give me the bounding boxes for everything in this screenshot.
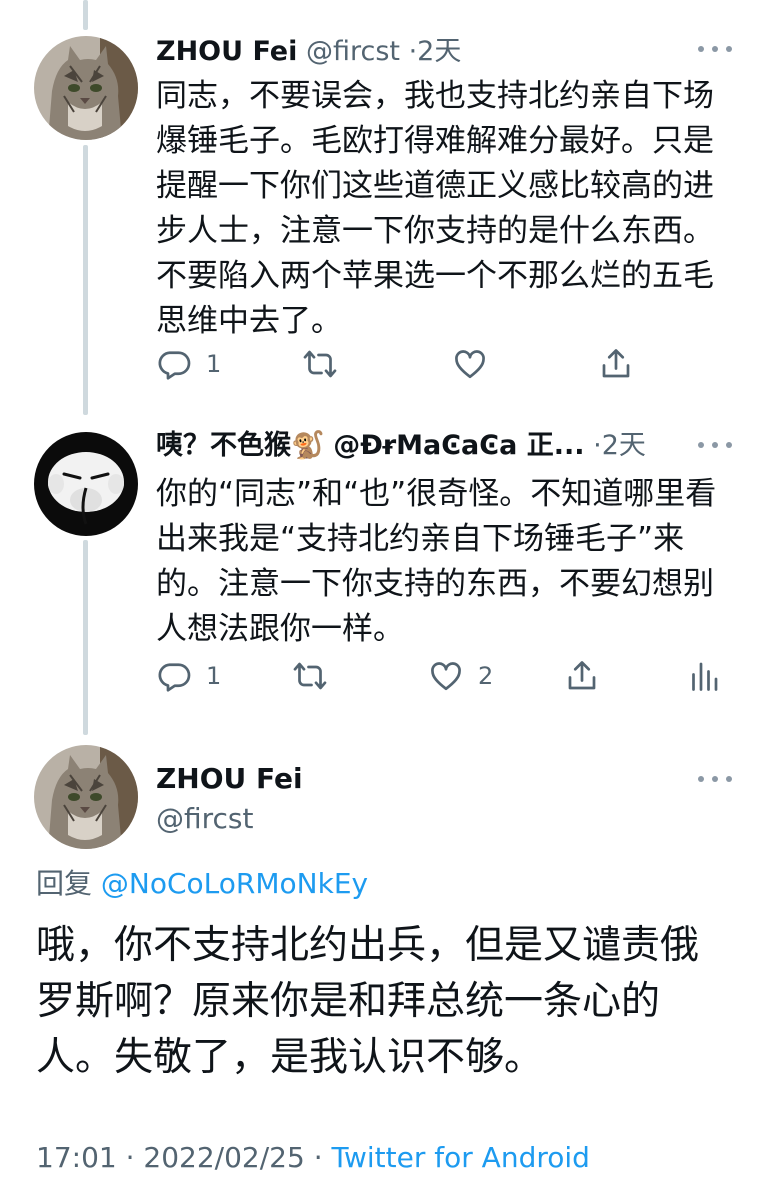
more-icon[interactable] xyxy=(698,774,732,784)
reply-to-link[interactable]: @NoCoLoRMoNkEy xyxy=(101,867,368,900)
tweet-text: 同志，不要误会，我也支持北约亲自下场爆锤毛子。毛欧打得难解难分最好。只是提醒一下… xyxy=(156,78,714,339)
retweet-icon xyxy=(303,350,337,378)
analytics-button[interactable] xyxy=(686,656,722,696)
avatar[interactable] xyxy=(34,432,138,536)
more-icon[interactable] xyxy=(698,440,732,450)
reply-icon xyxy=(158,351,191,380)
reply-count: 1 xyxy=(206,662,222,690)
separator: · xyxy=(593,430,602,461)
reply-icon xyxy=(158,663,191,692)
share-button[interactable] xyxy=(598,344,634,384)
thread-line xyxy=(83,145,88,415)
tweet-time[interactable]: 2天 xyxy=(602,430,646,461)
author-name[interactable]: 咦？不色猴🐒 xyxy=(156,430,325,461)
retweet-button[interactable] xyxy=(292,656,342,696)
author-name[interactable]: ZHOU Fei xyxy=(156,36,297,67)
retweet-icon xyxy=(293,662,327,690)
like-count: 2 xyxy=(478,662,494,690)
separator: · xyxy=(313,1141,323,1174)
share-button[interactable] xyxy=(564,656,600,696)
retweet-button[interactable] xyxy=(302,344,352,384)
reply-button[interactable]: 1 xyxy=(156,344,221,384)
reply-count: 1 xyxy=(206,350,222,378)
share-icon xyxy=(568,661,596,690)
author-handle[interactable]: @fircst xyxy=(306,36,400,67)
like-icon xyxy=(455,350,485,379)
tweet-time[interactable]: 2天 xyxy=(417,36,461,67)
author-handle[interactable]: @ÐɍMaϾaϾa 正... xyxy=(333,430,584,461)
tweet-source[interactable]: Twitter for Android xyxy=(332,1141,590,1174)
analytics-icon xyxy=(692,662,718,691)
avatar[interactable] xyxy=(34,745,138,849)
like-button[interactable]: 2 xyxy=(428,656,493,696)
like-button[interactable] xyxy=(452,344,502,384)
reply-button[interactable]: 1 xyxy=(156,656,221,696)
tweet-header: 咦？不色猴🐒 @ÐɍMaϾaϾa 正... ·2天 xyxy=(156,429,646,463)
monkey-avatar-image xyxy=(34,432,138,536)
share-icon xyxy=(602,349,630,378)
separator: · xyxy=(408,36,418,67)
avatar[interactable] xyxy=(34,36,138,140)
author-name[interactable]: ZHOU Fei xyxy=(156,762,303,796)
cat-avatar-image xyxy=(34,745,138,849)
thread-line xyxy=(83,0,88,30)
reply-prefix: 回复 xyxy=(36,867,93,900)
tweet-date[interactable]: 2022/02/25 xyxy=(143,1141,304,1174)
tweet-header: ZHOU Fei @fircst ·2天 xyxy=(156,35,461,69)
cat-avatar-image xyxy=(34,36,138,140)
tweet-actions: 1 2 xyxy=(156,656,736,696)
tweet-text: 你的“同志”和“也”很奇怪。不知道哪里看出来我是“支持北约亲自下场锤毛子”来的。… xyxy=(156,476,717,647)
tweet-actions: 1 xyxy=(156,344,736,384)
tweet-meta: 17:01 · 2022/02/25 · Twitter for Android xyxy=(36,1140,590,1176)
separator: · xyxy=(125,1141,135,1174)
like-icon xyxy=(431,662,461,691)
author-handle[interactable]: @fircst xyxy=(156,802,254,836)
main-tweet-text: 哦，你不支持北约出兵，但是又谴责俄罗斯啊？原来你是和拜总统一条心的人。失敬了，是… xyxy=(36,923,700,1080)
tweet-time[interactable]: 17:01 xyxy=(36,1141,117,1174)
thread-line xyxy=(83,540,88,735)
reply-context: 回复 @NoCoLoRMoNkEy xyxy=(36,866,368,902)
more-icon[interactable] xyxy=(698,44,732,54)
